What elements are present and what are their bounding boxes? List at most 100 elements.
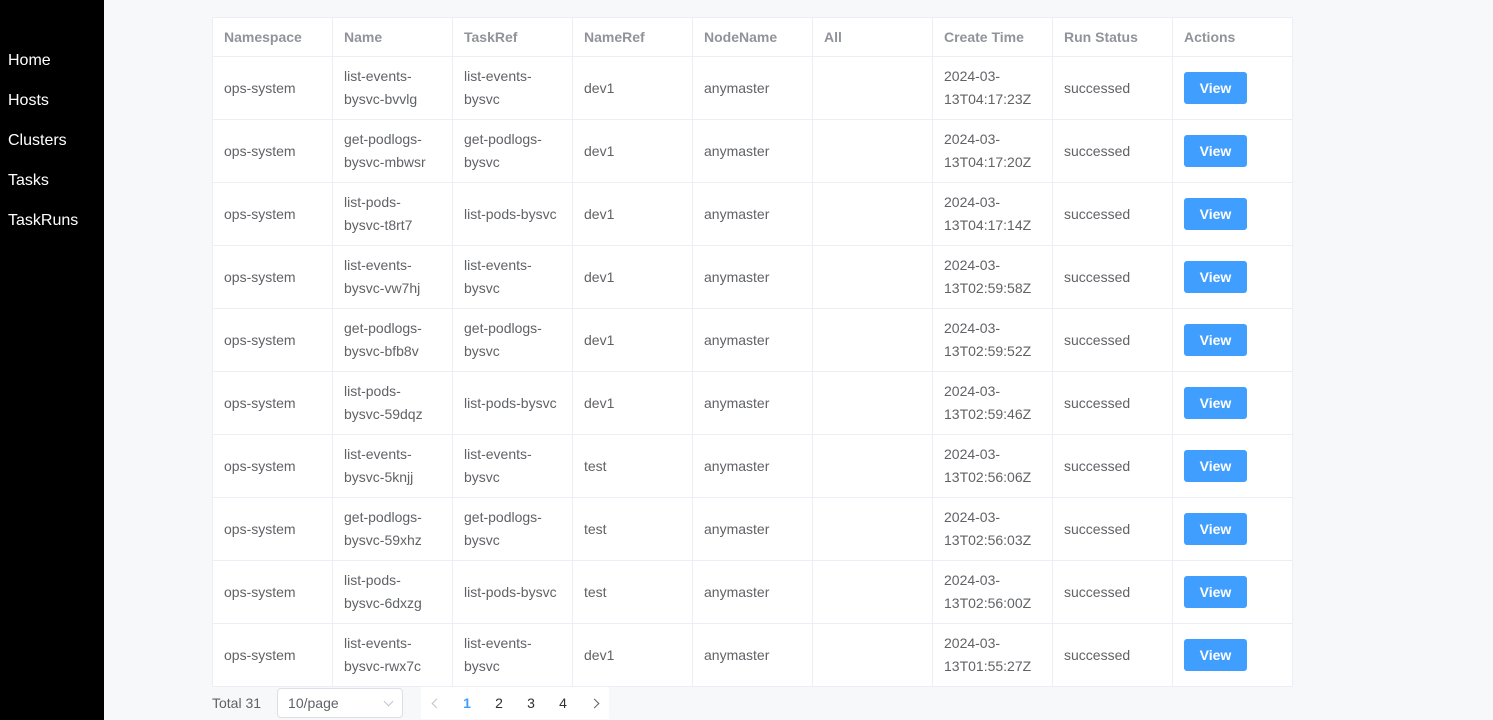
- header-nodename: NodeName: [692, 17, 813, 57]
- cell-create-time: 2024-03-13T02:59:46Z: [932, 371, 1053, 435]
- cell-nameref: dev1: [572, 245, 693, 309]
- chevron-down-icon: [383, 696, 394, 707]
- cell-create-time: 2024-03-13T04:17:20Z: [932, 119, 1053, 183]
- table-row: ops-system list-pods-bysvc-6dxzg list-pods…: [212, 560, 1293, 624]
- cell-actions: View: [1172, 560, 1293, 624]
- cell-nameref: dev1: [572, 119, 693, 183]
- table-row: ops-system list-pods-bysvc-59dqz list-pods…: [212, 371, 1293, 435]
- view-button[interactable]: View: [1184, 324, 1247, 356]
- pagination: Total 31 10/page 1 2 3 4: [212, 687, 610, 719]
- cell-all: [812, 497, 933, 561]
- cell-run-status: successed: [1052, 182, 1173, 246]
- cell-actions: View: [1172, 623, 1293, 687]
- header-nameref: NameRef: [572, 17, 693, 57]
- view-button[interactable]: View: [1184, 639, 1247, 671]
- cell-namespace: ops-system: [212, 434, 333, 498]
- page-2[interactable]: 2: [483, 687, 515, 719]
- page-size-select[interactable]: 10/page: [277, 688, 404, 718]
- cell-namespace: ops-system: [212, 371, 333, 435]
- cell-name: get-podlogs-bysvc-59xhz: [332, 497, 453, 561]
- cell-all: [812, 245, 933, 309]
- page-1[interactable]: 1: [451, 687, 483, 719]
- cell-namespace: ops-system: [212, 497, 333, 561]
- cell-create-time: 2024-03-13T04:17:14Z: [932, 182, 1053, 246]
- cell-nameref: dev1: [572, 371, 693, 435]
- cell-taskref: list-events-bysvc: [452, 434, 573, 498]
- cell-nodename: anymaster: [692, 371, 813, 435]
- sidebar-item-tasks[interactable]: Tasks: [0, 161, 104, 201]
- cell-run-status: successed: [1052, 623, 1173, 687]
- header-run-status: Run Status: [1052, 17, 1173, 57]
- header-taskref: TaskRef: [452, 17, 573, 57]
- sidebar-item-hosts[interactable]: Hosts: [0, 81, 104, 121]
- cell-run-status: successed: [1052, 371, 1173, 435]
- cell-nameref: test: [572, 497, 693, 561]
- cell-create-time: 2024-03-13T02:59:52Z: [932, 308, 1053, 372]
- page-4[interactable]: 4: [547, 687, 579, 719]
- cell-run-status: successed: [1052, 119, 1173, 183]
- sidebar-item-taskruns[interactable]: TaskRuns: [0, 201, 104, 241]
- cell-taskref: list-pods-bysvc: [452, 182, 573, 246]
- cell-run-status: successed: [1052, 56, 1173, 120]
- cell-namespace: ops-system: [212, 182, 333, 246]
- main-content: Namespace Name TaskRef NameRef NodeName …: [104, 0, 1493, 720]
- cell-taskref: list-events-bysvc: [452, 56, 573, 120]
- cell-nodename: anymaster: [692, 308, 813, 372]
- cell-create-time: 2024-03-13T02:56:00Z: [932, 560, 1053, 624]
- view-button[interactable]: View: [1184, 72, 1247, 104]
- cell-taskref: list-pods-bysvc: [452, 560, 573, 624]
- cell-taskref: get-podlogs-bysvc: [452, 119, 573, 183]
- view-button[interactable]: View: [1184, 261, 1247, 293]
- table-row: ops-system list-events-bysvc-vw7hj list-ev…: [212, 245, 1293, 309]
- cell-all: [812, 56, 933, 120]
- cell-namespace: ops-system: [212, 245, 333, 309]
- header-namespace: Namespace: [212, 17, 333, 57]
- table-row: ops-system list-events-bysvc-5knjj list-ev…: [212, 434, 1293, 498]
- sidebar-item-clusters[interactable]: Clusters: [0, 121, 104, 161]
- page-3[interactable]: 3: [515, 687, 547, 719]
- cell-nodename: anymaster: [692, 623, 813, 687]
- table-row: ops-system get-podlogs-bysvc-bfb8v get-pod…: [212, 308, 1293, 372]
- cell-nodename: anymaster: [692, 245, 813, 309]
- cell-create-time: 2024-03-13T01:55:27Z: [932, 623, 1053, 687]
- cell-nameref: dev1: [572, 182, 693, 246]
- view-button[interactable]: View: [1184, 135, 1247, 167]
- view-button[interactable]: View: [1184, 450, 1247, 482]
- sidebar-menu: Home Hosts Clusters Tasks TaskRuns: [0, 41, 104, 241]
- header-all: All: [812, 17, 933, 57]
- table-body: ops-system list-events-bysvc-bvvlg list-ev…: [212, 56, 1293, 687]
- cell-actions: View: [1172, 119, 1293, 183]
- view-button[interactable]: View: [1184, 576, 1247, 608]
- table-row: ops-system list-pods-bysvc-t8rt7 list-pods…: [212, 182, 1293, 246]
- cell-create-time: 2024-03-13T02:56:03Z: [932, 497, 1053, 561]
- view-button[interactable]: View: [1184, 387, 1247, 419]
- cell-actions: View: [1172, 497, 1293, 561]
- cell-run-status: successed: [1052, 434, 1173, 498]
- total-count: Total 31: [212, 695, 262, 711]
- cell-name: list-events-bysvc-vw7hj: [332, 245, 453, 309]
- cell-actions: View: [1172, 371, 1293, 435]
- prev-page-button[interactable]: [421, 687, 451, 719]
- cell-actions: View: [1172, 434, 1293, 498]
- cell-namespace: ops-system: [212, 623, 333, 687]
- cell-actions: View: [1172, 308, 1293, 372]
- table-row: ops-system get-podlogs-bysvc-59xhz get-pod…: [212, 497, 1293, 561]
- table-row: ops-system list-events-bysvc-rwx7c list-ev…: [212, 623, 1293, 687]
- cell-all: [812, 308, 933, 372]
- cell-nodename: anymaster: [692, 497, 813, 561]
- cell-name: list-events-bysvc-rwx7c: [332, 623, 453, 687]
- cell-name: get-podlogs-bysvc-mbwsr: [332, 119, 453, 183]
- cell-create-time: 2024-03-13T04:17:23Z: [932, 56, 1053, 120]
- sidebar-item-home[interactable]: Home: [0, 41, 104, 81]
- cell-taskref: list-pods-bysvc: [452, 371, 573, 435]
- view-button[interactable]: View: [1184, 198, 1247, 230]
- cell-namespace: ops-system: [212, 308, 333, 372]
- next-page-button[interactable]: [579, 687, 609, 719]
- table-row: ops-system list-events-bysvc-bvvlg list-ev…: [212, 56, 1293, 120]
- view-button[interactable]: View: [1184, 513, 1247, 545]
- cell-name: list-pods-bysvc-59dqz: [332, 371, 453, 435]
- cell-nodename: anymaster: [692, 434, 813, 498]
- chevron-right-icon: [589, 698, 599, 708]
- sidebar: Home Hosts Clusters Tasks TaskRuns: [0, 0, 104, 720]
- cell-actions: View: [1172, 56, 1293, 120]
